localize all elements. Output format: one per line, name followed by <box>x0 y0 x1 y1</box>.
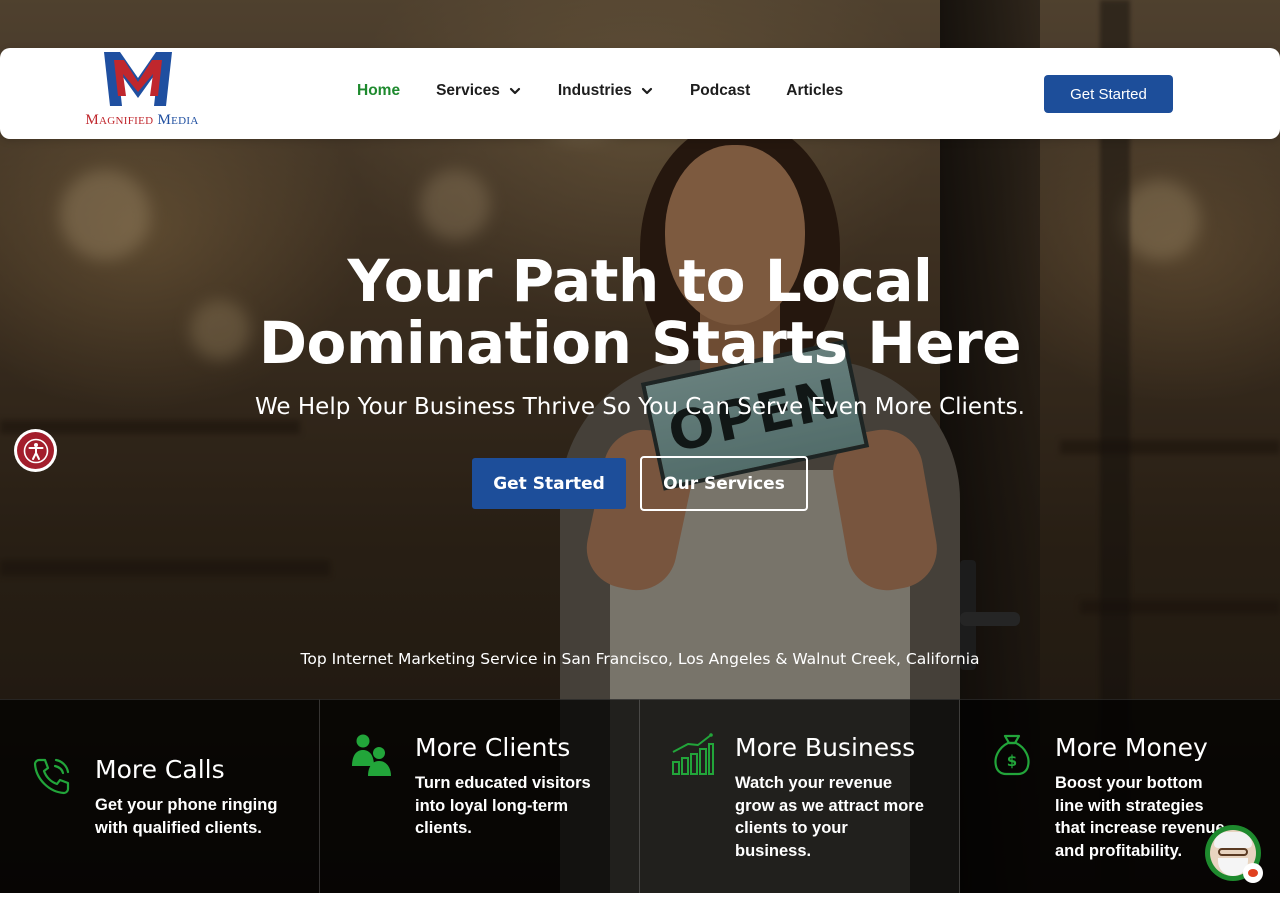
logo[interactable]: Magnified Media <box>72 48 212 136</box>
feature-title: More Calls <box>95 755 225 784</box>
speech-bubble-icon <box>1248 869 1258 877</box>
our-services-button[interactable]: Our Services <box>640 456 808 511</box>
hero-subtitle: We Help Your Business Thrive So You Can … <box>255 394 1025 420</box>
feature-title: More Clients <box>415 733 571 762</box>
nav-item-industries[interactable]: Industries <box>558 82 654 100</box>
get-started-button[interactable]: Get Started <box>472 458 626 509</box>
hero-tagline: Top Internet Marketing Service in San Fr… <box>300 650 980 668</box>
accessibility-button[interactable] <box>14 429 57 472</box>
nav-item-label: Home <box>357 82 401 99</box>
nav-item-podcast[interactable]: Podcast <box>690 82 750 100</box>
logo-text-part1: Magnified <box>85 112 154 128</box>
nav-item-label: Industries <box>557 82 632 99</box>
chat-notification-badge <box>1243 863 1263 883</box>
feature-description: Boost your bottom line with strategies t… <box>1055 774 1225 860</box>
svg-text:$: $ <box>1007 752 1017 770</box>
nav-item-label: Podcast <box>689 82 751 99</box>
accessibility-icon <box>17 432 54 469</box>
feature-card-more-clients: More Clients Turn educated visitors into… <box>320 699 640 893</box>
feature-description: Turn educated visitors into loyal long-t… <box>415 774 591 837</box>
logo-text-part2: Media <box>157 112 199 128</box>
feature-card-more-business: More Business Watch your revenue grow as… <box>640 699 960 893</box>
feature-card-more-calls: More Calls Get your phone ringing with q… <box>0 699 320 893</box>
nav-item-services[interactable]: Services <box>436 82 522 100</box>
features-strip: More Calls Get your phone ringing with q… <box>0 699 1280 893</box>
main-nav: Home Services Industries Podcast Article… <box>357 82 879 100</box>
users-icon <box>352 734 391 776</box>
nav-item-home[interactable]: Home <box>357 82 400 100</box>
site-header: Magnified Media Home Services Industries… <box>0 48 1280 139</box>
chevron-down-icon <box>641 87 653 95</box>
logo-wordmark: Magnified Media <box>72 112 212 129</box>
hero-title-line2: Domination Starts Here <box>258 309 1022 377</box>
nav-item-label: Services <box>436 82 500 99</box>
growth-chart-icon <box>672 733 714 775</box>
feature-description: Watch your revenue grow as we attract mo… <box>735 774 924 860</box>
money-bag-icon: $ <box>994 734 1030 776</box>
page: OPEN Magnified Media Home Services Indus… <box>0 0 1280 900</box>
hero-title-line1: Your Path to Local <box>347 247 933 315</box>
feature-description: Get your phone ringing with qualified cl… <box>95 796 278 837</box>
nav-item-articles[interactable]: Articles <box>786 82 843 100</box>
hero-title: Your Path to Local Domination Starts Her… <box>140 250 1140 374</box>
feature-title: More Business <box>735 733 916 762</box>
phone-icon <box>33 758 70 795</box>
header-get-started-button[interactable]: Get Started <box>1044 75 1173 113</box>
chevron-down-icon <box>509 87 520 95</box>
nav-item-label: Articles <box>786 82 844 99</box>
feature-title: More Money <box>1055 733 1208 762</box>
m-letter-logo-icon <box>104 52 172 106</box>
